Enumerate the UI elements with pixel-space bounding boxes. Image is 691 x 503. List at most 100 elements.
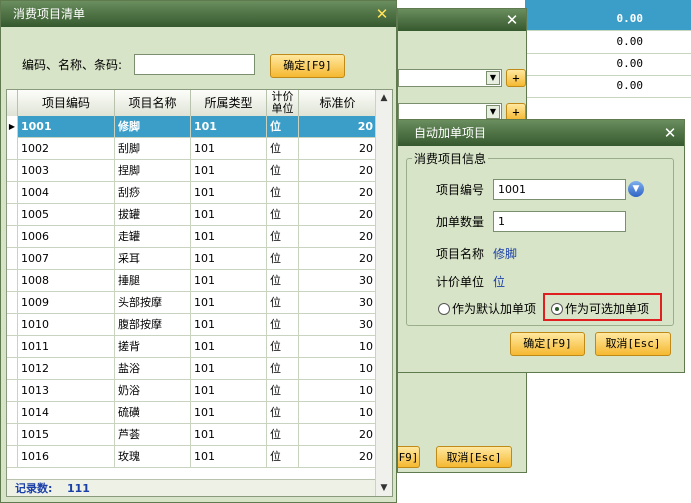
table-row[interactable]: ▶ 1001 修脚 101 位 20 <box>7 116 377 138</box>
cell-name: 走罐 <box>115 226 191 248</box>
table-row[interactable]: 1010 腹部按摩 101 位 30 <box>7 314 377 336</box>
cell-type: 101 <box>191 446 267 468</box>
dropdown-icon[interactable]: ▼ <box>628 181 644 197</box>
cell-unit: 位 <box>267 160 299 182</box>
table-row[interactable]: 1011 搓背 101 位 10 <box>7 336 377 358</box>
cell-price: 10 <box>299 336 377 358</box>
table-row[interactable]: 1008 捶腿 101 位 30 <box>7 270 377 292</box>
close-icon[interactable]: ✕ <box>662 125 678 141</box>
row-indicator <box>7 380 18 402</box>
cell-price: 20 <box>299 226 377 248</box>
header-indicator <box>7 90 18 116</box>
vertical-scrollbar[interactable]: ▲ ▼ <box>375 90 392 496</box>
cell-unit: 位 <box>267 402 299 424</box>
scroll-down-icon[interactable]: ▼ <box>376 480 392 496</box>
table-row[interactable]: 1009 头部按摩 101 位 30 <box>7 292 377 314</box>
cell-unit: 位 <box>267 182 299 204</box>
auto-add-titlebar: 自动加单项目 <box>398 120 684 146</box>
cell-code: 1004 <box>18 182 115 204</box>
cell-code: 1001 <box>18 116 115 138</box>
background-value: 0.00 <box>616 12 644 25</box>
table-row[interactable]: 1016 玫瑰 101 位 20 <box>7 446 377 468</box>
cell-type: 101 <box>191 336 267 358</box>
cell-code: 1011 <box>18 336 115 358</box>
search-input[interactable] <box>134 54 255 75</box>
item-grid: 项目编码 项目名称 所属类型 计价单位 标准价 ▶ 1001 修脚 101 位 20 100… <box>6 89 393 497</box>
cell-code: 1006 <box>18 226 115 248</box>
cell-code: 1009 <box>18 292 115 314</box>
table-row[interactable]: 1013 奶浴 101 位 10 <box>7 380 377 402</box>
name-label: 项目名称 <box>436 247 485 261</box>
item-list-dialog: 消费项目清单 ✕ 编码、名称、条码: 确定[F9] 项目编码 项目名称 所属类型… <box>0 0 397 503</box>
cell-type: 101 <box>191 204 267 226</box>
cell-unit: 位 <box>267 446 299 468</box>
table-row[interactable]: 1007 采耳 101 位 20 <box>7 248 377 270</box>
background-ok-button[interactable]: F9] <box>398 446 420 468</box>
cell-code: 1007 <box>18 248 115 270</box>
row-indicator <box>7 160 18 182</box>
confirm-button[interactable]: 确定[F9] <box>270 54 345 78</box>
cell-name: 盐浴 <box>115 358 191 380</box>
background-value: 0.00 <box>616 79 644 92</box>
close-icon[interactable]: ✕ <box>374 6 390 22</box>
cell-name: 捶腿 <box>115 270 191 292</box>
background-row[interactable]: 0.00 <box>525 53 691 76</box>
auto-add-dialog: 自动加单项目 ✕ 消费项目信息 项目编号 1001 ▼ 加单数量 1 项目名称 … <box>397 119 685 373</box>
radio-default[interactable] <box>438 303 450 315</box>
cell-name: 硫磺 <box>115 402 191 424</box>
cell-unit: 位 <box>267 380 299 402</box>
chevron-down-icon[interactable]: ▼ <box>486 71 500 85</box>
background-row[interactable]: 0.00 <box>525 75 691 98</box>
background-row[interactable]: 0.00 <box>525 8 691 31</box>
item-list-titlebar: 消费项目清单 <box>1 1 396 27</box>
row-indicator <box>7 270 18 292</box>
cancel-button[interactable]: 取消[Esc] <box>595 332 671 356</box>
row-indicator <box>7 402 18 424</box>
cell-price: 20 <box>299 446 377 468</box>
row-indicator <box>7 336 18 358</box>
cell-price: 20 <box>299 204 377 226</box>
cell-price: 20 <box>299 424 377 446</box>
add-button[interactable]: + <box>506 69 526 87</box>
background-row[interactable]: 0.00 <box>525 31 691 54</box>
background-cancel-button[interactable]: 取消[Esc] <box>436 446 512 468</box>
radio-optional[interactable] <box>551 303 563 315</box>
table-row[interactable]: 1006 走罐 101 位 20 <box>7 226 377 248</box>
cell-code: 1016 <box>18 446 115 468</box>
close-icon[interactable]: ✕ <box>504 12 520 28</box>
table-row[interactable]: 1012 盐浴 101 位 10 <box>7 358 377 380</box>
background-combo-1[interactable]: ▼ <box>398 69 502 87</box>
table-row[interactable]: 1015 芦荟 101 位 20 <box>7 424 377 446</box>
cell-price: 20 <box>299 182 377 204</box>
cell-unit: 位 <box>267 138 299 160</box>
unit-value: 位 <box>493 275 506 289</box>
record-count-label: 记录数: <box>15 482 53 495</box>
table-row[interactable]: 1002 刮脚 101 位 20 <box>7 138 377 160</box>
cell-code: 1013 <box>18 380 115 402</box>
background-value: 0.00 <box>616 57 644 70</box>
radio-optional-label[interactable]: 作为可选加单项 <box>565 301 649 317</box>
table-row[interactable]: 1004 刮痧 101 位 20 <box>7 182 377 204</box>
column-header[interactable]: 项目编码 <box>18 90 115 116</box>
cell-type: 101 <box>191 314 267 336</box>
table-row[interactable]: 1005 拔罐 101 位 20 <box>7 204 377 226</box>
column-header[interactable]: 所属类型 <box>191 90 267 116</box>
cell-code: 1010 <box>18 314 115 336</box>
table-row[interactable]: 1003 捏脚 101 位 20 <box>7 160 377 182</box>
chevron-down-icon[interactable]: ▼ <box>486 105 500 119</box>
column-header[interactable]: 项目名称 <box>115 90 191 116</box>
table-row[interactable]: 1014 硫磺 101 位 10 <box>7 402 377 424</box>
cell-name: 拔罐 <box>115 204 191 226</box>
cell-price: 20 <box>299 116 377 138</box>
background-table: 0.00 0.00 0.00 0.00 <box>525 0 691 100</box>
scroll-up-icon[interactable]: ▲ <box>376 90 392 106</box>
code-field[interactable]: 1001 <box>493 179 626 200</box>
quantity-field[interactable]: 1 <box>493 211 626 232</box>
column-header[interactable]: 计价单位 <box>267 90 299 116</box>
ok-button[interactable]: 确定[F9] <box>510 332 585 356</box>
radio-default-label[interactable]: 作为默认加单项 <box>452 301 536 317</box>
quantity-label: 加单数量 <box>436 215 485 229</box>
cell-unit: 位 <box>267 226 299 248</box>
cell-price: 30 <box>299 314 377 336</box>
column-header[interactable]: 标准价 <box>299 90 377 116</box>
